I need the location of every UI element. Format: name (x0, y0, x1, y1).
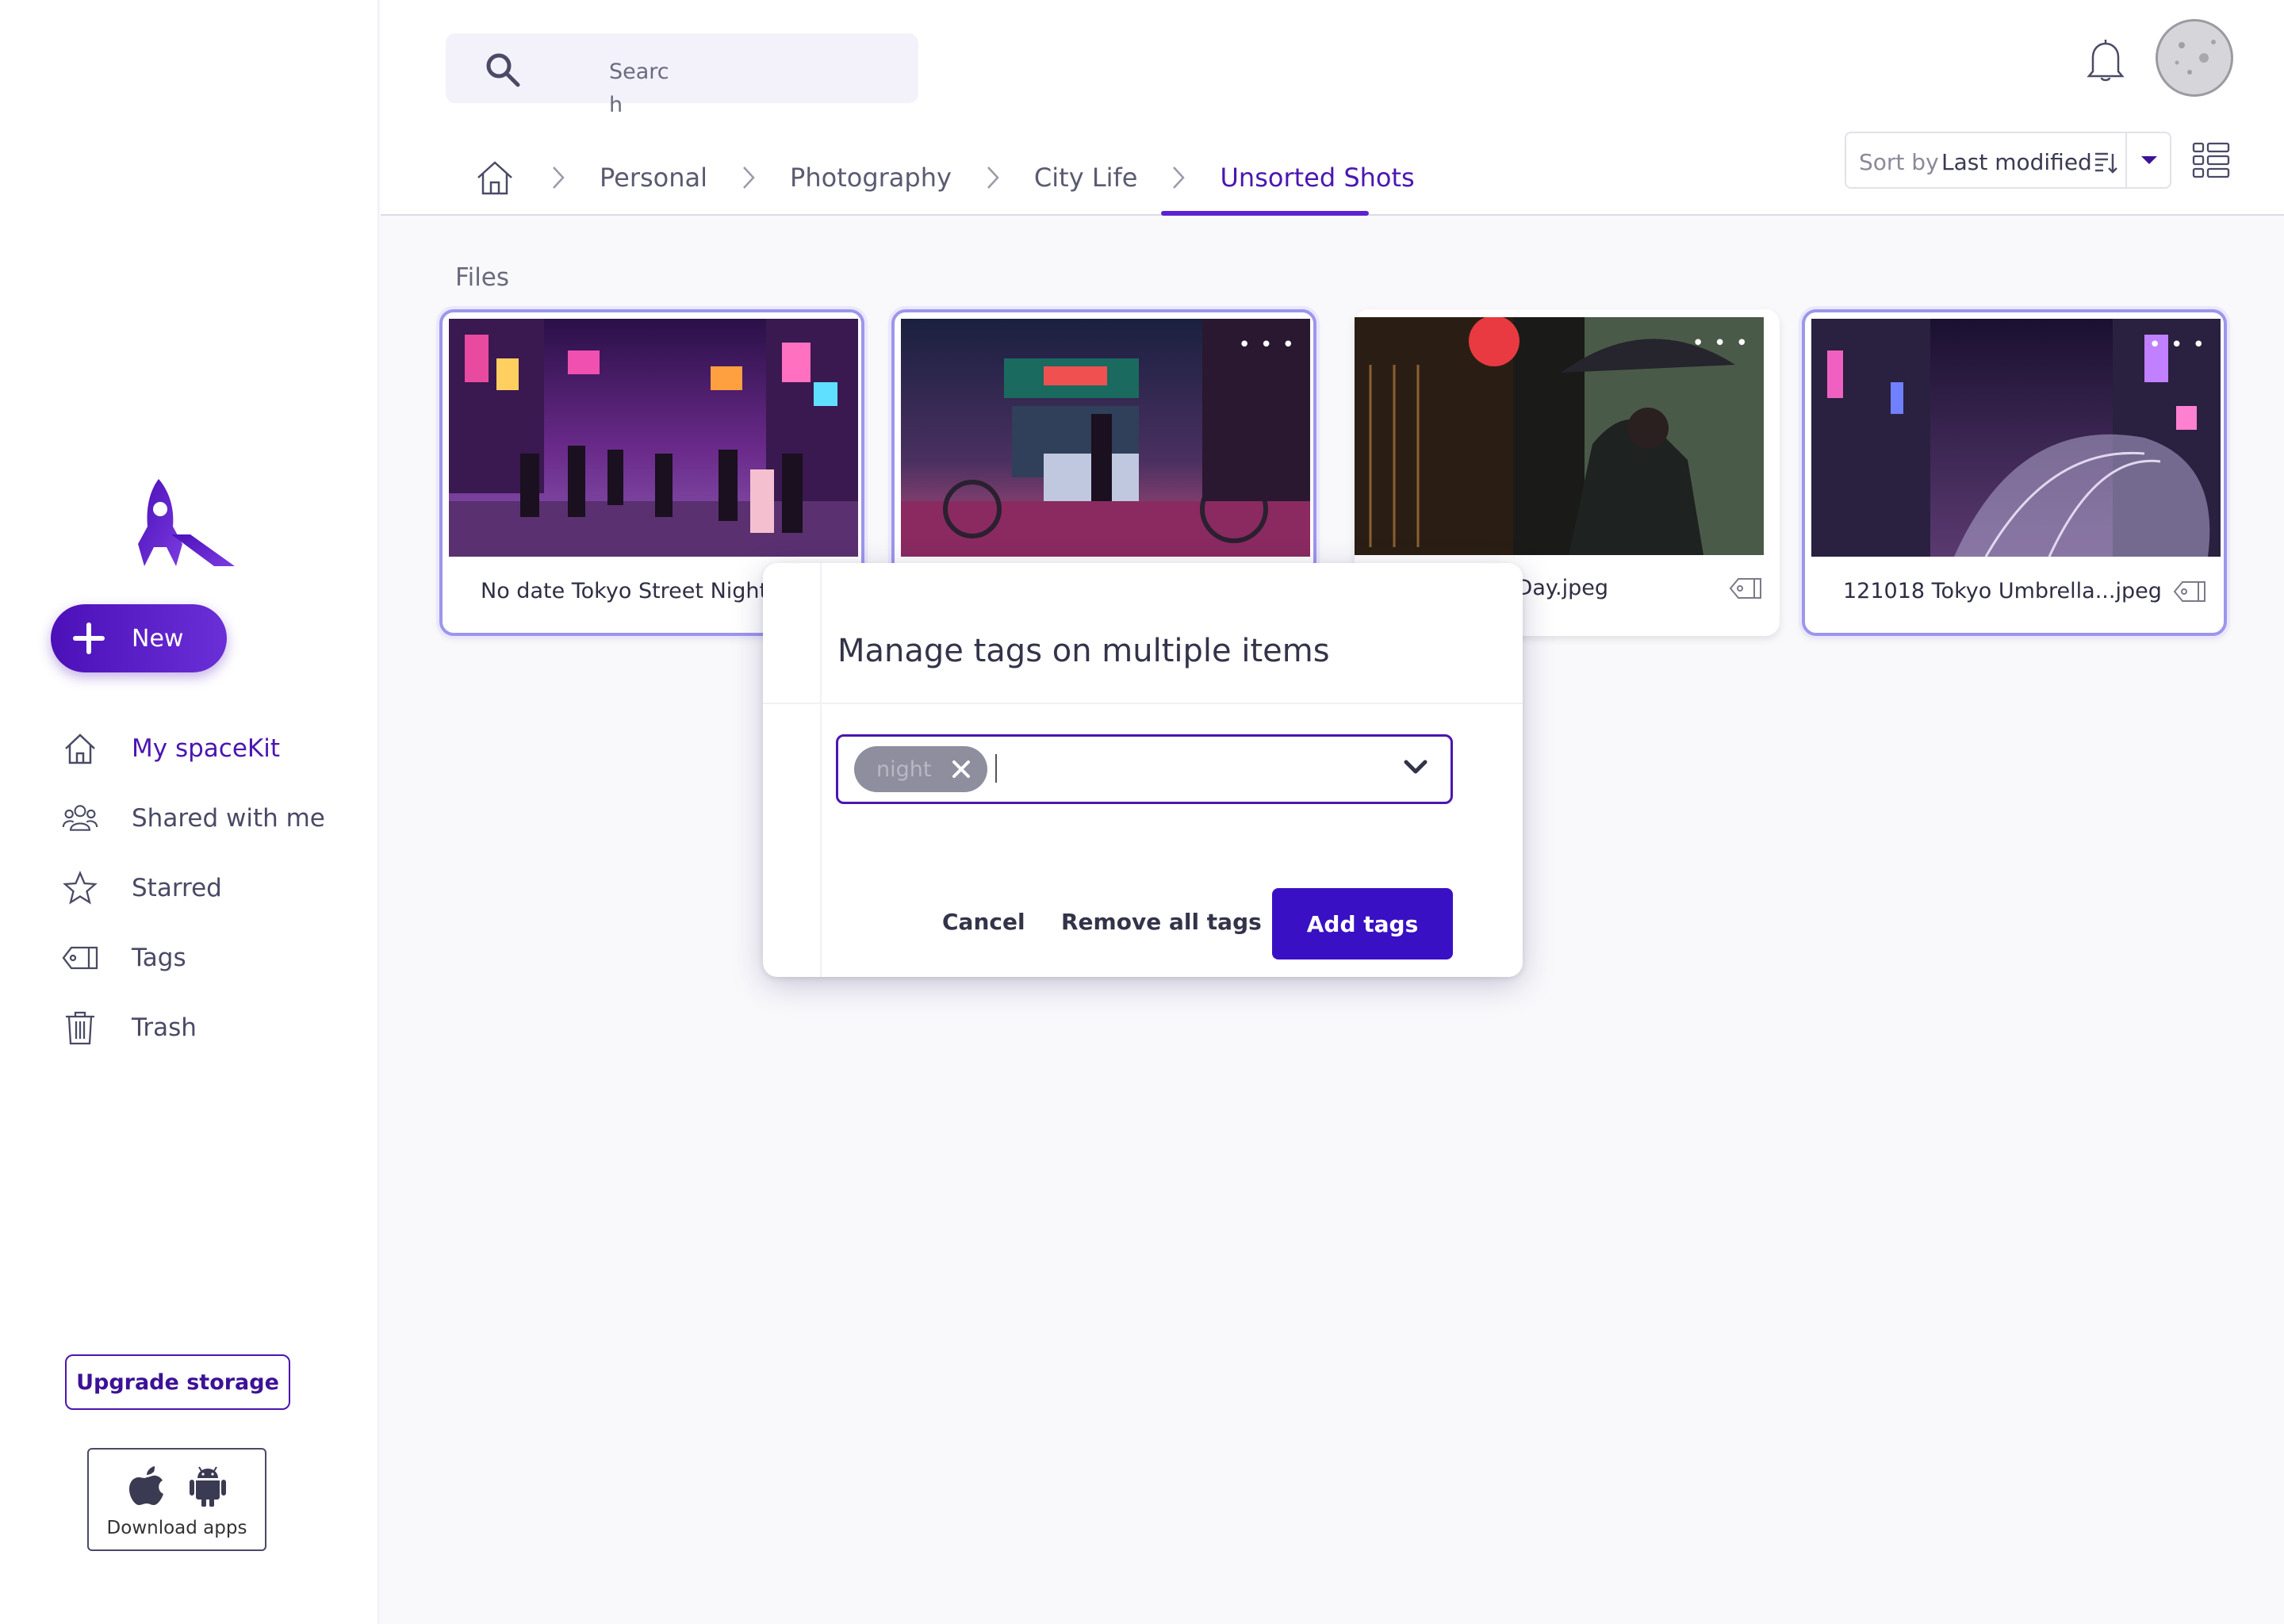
avatar[interactable] (2156, 19, 2233, 97)
sidebar-item-shared[interactable]: Shared with me (62, 783, 363, 853)
breadcrumb-item-photography[interactable]: Photography (790, 163, 952, 193)
sort-dropdown[interactable]: Sort by Last modified (1845, 132, 2171, 189)
add-tags-button[interactable]: Add tags (1272, 888, 1453, 959)
close-icon[interactable] (951, 759, 971, 779)
tag-chip-label: night (876, 757, 932, 782)
sort-prefix: Sort by (1859, 149, 1939, 175)
dialog-divider (820, 563, 822, 977)
manage-tags-dialog: Manage tags on multiple items night Canc… (763, 563, 1523, 977)
file-card[interactable]: • • • 121018 Tokyo Umbrella...jpeg (1802, 309, 2227, 636)
sort-order-icon[interactable] (2094, 151, 2117, 174)
more-options-icon[interactable]: • • • (1238, 333, 1296, 357)
download-apps-label: Download apps (106, 1518, 247, 1538)
file-name: No date Tokyo Street Night.jp (481, 579, 795, 603)
tag-icon (62, 940, 98, 976)
sort-value: Last modified (1941, 149, 2092, 175)
bell-icon[interactable] (2086, 36, 2125, 82)
breadcrumb: Personal Photography City Life Unsorted … (476, 155, 1415, 200)
sidebar-item-label: Starred (132, 874, 222, 902)
chevron-right-icon (987, 167, 999, 189)
dialog-divider (763, 703, 1523, 704)
files-section-title: Files (455, 263, 510, 292)
remove-all-tags-button[interactable]: Remove all tags (1061, 909, 1262, 935)
breadcrumb-item-current[interactable]: Unsorted Shots (1220, 163, 1414, 193)
chevron-down-icon[interactable] (1403, 759, 1428, 776)
sidebar-item-label: Shared with me (132, 804, 325, 833)
file-thumbnail: • • • (901, 319, 1310, 557)
breadcrumb-item-personal[interactable]: Personal (600, 163, 707, 193)
sidebar-nav: My spaceKit Shared with me Starred Tags … (62, 714, 363, 1063)
rocket-logo-icon (138, 479, 235, 566)
sidebar-item-label: My spaceKit (132, 734, 280, 763)
people-icon (62, 800, 98, 837)
search-input[interactable]: Search (446, 33, 918, 117)
file-name: 121018 Tokyo Umbrella...jpeg (1843, 579, 2160, 603)
new-button[interactable]: New (51, 604, 227, 672)
search-placeholder: Search (609, 59, 669, 117)
sidebar-item-trash[interactable]: Trash (62, 993, 363, 1063)
chevron-right-icon (553, 167, 565, 189)
sidebar-item-tags[interactable]: Tags (62, 923, 363, 993)
trash-icon (62, 1009, 98, 1046)
moon-avatar-image (2175, 40, 2216, 75)
sidebar-item-label: Tags (132, 944, 186, 972)
chevron-right-icon (1173, 167, 1186, 189)
chevron-right-icon (743, 167, 755, 189)
plus-icon (73, 622, 105, 654)
tag-icon[interactable] (1729, 577, 1762, 599)
sidebar-item-my-spacekit[interactable]: My spaceKit (62, 714, 363, 783)
list-view-icon[interactable] (2192, 141, 2230, 179)
star-icon (62, 870, 98, 906)
top-bar: Search Personal Photography City Life Un… (381, 0, 2284, 216)
home-icon (62, 730, 98, 767)
breadcrumb-item-city-life[interactable]: City Life (1034, 163, 1138, 193)
upgrade-storage-button[interactable]: Upgrade storage (65, 1354, 290, 1410)
dialog-title: Manage tags on multiple items (837, 633, 1330, 669)
android-icon (190, 1466, 226, 1507)
tags-input[interactable]: night (836, 734, 1453, 804)
apple-icon (129, 1466, 163, 1505)
sidebar-item-label: Trash (132, 1013, 197, 1042)
download-apps-button[interactable]: Download apps (87, 1448, 266, 1551)
file-thumbnail: • • • (1811, 319, 2221, 557)
tag-chip[interactable]: night (854, 746, 987, 792)
sidebar-item-starred[interactable]: Starred (62, 853, 363, 923)
tag-icon[interactable] (2173, 580, 2206, 603)
home-icon[interactable] (476, 159, 514, 197)
cancel-button[interactable]: Cancel (942, 909, 1025, 935)
more-options-icon[interactable]: • • • (1692, 331, 1749, 355)
search-icon (486, 53, 520, 87)
sidebar: New My spaceKit Shared with me Starred T… (0, 0, 379, 1624)
text-cursor (995, 754, 997, 783)
chevron-down-icon[interactable] (2140, 154, 2159, 167)
sort-divider (2125, 133, 2127, 187)
new-button-label: New (132, 624, 184, 653)
file-thumbnail: • • • (1355, 317, 1764, 555)
more-options-icon[interactable]: • • • (2148, 333, 2206, 357)
file-thumbnail (449, 319, 858, 557)
breadcrumb-active-underline (1161, 211, 1369, 216)
